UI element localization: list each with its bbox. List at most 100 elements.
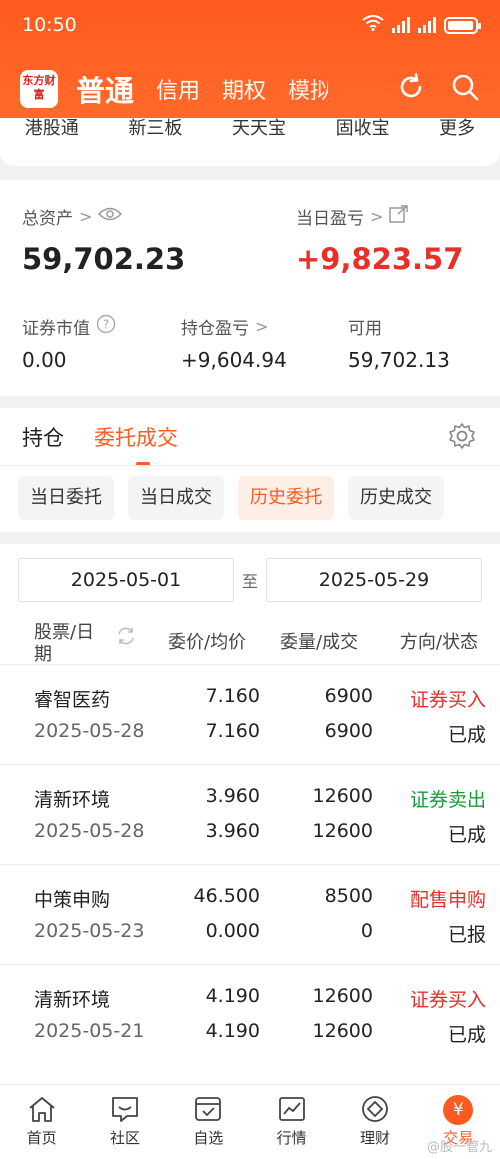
nav-home-label: 首页 [26,1129,57,1147]
order-price: 46.500 [193,885,260,907]
order-direction: 证券卖出 [409,789,486,811]
quick-item-neeq[interactable]: 新三板 [128,114,182,162]
market-value: 0.00 [22,348,67,372]
tab-orders-trades[interactable]: 委托成交 [94,422,178,466]
main-tabs: 持仓 委托成交 [22,422,178,466]
order-date: 2025-05-23 [34,920,145,942]
svg-text:?: ? [103,318,109,332]
day-pl-label-row[interactable]: 当日盈亏 > [296,204,409,229]
quick-menu: 港股通 新三板 天天宝 固收宝 更多 [0,118,500,166]
sub-tabs: 当日委托 当日成交 历史委托 历史成交 [18,476,482,520]
order-status: 已成 [447,724,486,746]
position-pl-value: +9,604.94 [181,348,287,372]
order-direction: 配售申购 [409,889,486,911]
position-pl-label-row[interactable]: 持仓盈亏 > [181,314,268,339]
status-bar: 10:50 [22,10,481,40]
order-filled-quantity: 6900 [324,720,373,742]
nav-community[interactable]: 社区 [83,1085,166,1159]
start-date-field[interactable]: 2025-05-01 [18,558,234,602]
total-assets-value: 59,702.23 [22,242,186,276]
settings-gear-icon[interactable] [448,422,476,454]
nav-market[interactable]: 行情 [250,1085,333,1159]
order-stock-name: 清新环境 [34,989,111,1011]
nav-watchlist-label: 自选 [193,1129,224,1147]
asset-summary: 总资产 > 59,702.23 当日盈亏 > +9,823.57 证券市值 ? … [0,180,500,396]
order-price: 4.190 [205,985,260,1007]
nav-market-label: 行情 [276,1129,307,1147]
order-direction: 证券买入 [409,689,486,711]
tab-credit[interactable]: 信用 [156,73,200,105]
col-stock-date: 股票/日期 [34,622,95,665]
watermark: @股一管九 [426,1140,492,1155]
order-status: 已报 [447,924,486,946]
tab-options[interactable]: 期权 [222,73,266,105]
tabs-divider [0,465,500,466]
nav-wealth[interactable]: 理财 [333,1085,416,1159]
order-avg-price: 3.960 [205,820,260,842]
top-navbar: 东方财富 普通 信用 期权 模拟 [20,64,480,114]
quick-item-fixed-income[interactable]: 固收宝 [336,114,390,162]
quick-item-hk-connect[interactable]: 港股通 [25,114,79,162]
day-pl-label: 当日盈亏 [296,209,364,229]
chevron-right-icon: > [370,207,384,226]
subtab-history-trades[interactable]: 历史成交 [348,476,444,520]
tab-simulated[interactable]: 模拟 [288,73,328,105]
order-status: 已成 [447,1024,486,1046]
orders-tabs-card: 持仓 委托成交 当日委托 当日成交 历史委托 历史成交 [0,408,500,532]
order-row[interactable]: 清新环境 2025-05-28 3.960 3.960 12600 12600 证券卖出 已成 [0,764,500,864]
chevron-right-icon: > [255,317,269,336]
col-quantity: 委量/成交 [280,632,359,653]
subtab-today-trades[interactable]: 当日成交 [128,476,224,520]
market-value-label: 证券市值 [22,319,90,339]
date-range-separator: 至 [241,572,258,591]
order-date: 2025-05-28 [34,820,145,842]
quick-item-tiantianbao[interactable]: 天天宝 [232,114,286,162]
help-icon[interactable]: ? [96,314,116,339]
tab-normal[interactable]: 普通 [76,68,134,110]
home-icon [0,1095,83,1127]
diamond-icon [333,1095,416,1127]
position-pl-label: 持仓盈亏 [181,319,249,339]
battery-icon [444,16,481,34]
yen-icon: ¥ [417,1095,500,1127]
end-date-field[interactable]: 2025-05-29 [266,558,482,602]
order-avg-price: 7.160 [205,720,260,742]
refresh-icon[interactable] [396,72,426,106]
nav-watchlist[interactable]: 自选 [167,1085,250,1159]
order-filled-quantity: 12600 [312,820,373,842]
nav-wealth-label: 理财 [359,1129,390,1147]
nav-home[interactable]: 首页 [0,1085,83,1159]
share-icon[interactable] [389,205,409,228]
order-row[interactable]: 清新环境 2025-05-21 4.190 4.190 12600 12600 证券买入 已成 [0,964,500,1064]
available-value: 59,702.13 [348,348,450,372]
order-stock-name: 睿智医药 [34,689,111,711]
order-direction: 证券买入 [409,989,486,1011]
available-label-row: 可用 [348,314,382,339]
subtab-today-orders[interactable]: 当日委托 [18,476,114,520]
order-filled-quantity: 0 [360,920,373,942]
order-stock-name: 中策申购 [34,889,111,911]
tab-positions[interactable]: 持仓 [22,422,64,452]
wifi-icon [362,15,384,35]
chat-icon [83,1095,166,1127]
app-header: 10:50 东方财富 普通 信用 期权 模拟 [0,0,500,118]
search-icon[interactable] [450,72,480,106]
total-assets-label-row[interactable]: 总资产 > [22,204,123,229]
eye-icon[interactable] [98,206,123,227]
order-avg-price: 0.000 [205,920,260,942]
order-avg-price: 4.190 [205,1020,260,1042]
subtab-history-orders[interactable]: 历史委托 [238,476,334,520]
chevron-right-icon: > [79,207,93,226]
order-date: 2025-05-21 [34,1020,145,1042]
available-label: 可用 [348,319,382,339]
order-row[interactable]: 睿智医药 2025-05-28 7.160 7.160 6900 6900 证券买入 已成 [0,664,500,764]
order-quantity: 12600 [312,785,373,807]
order-stock-name: 清新环境 [34,789,111,811]
day-pl-value: +9,823.57 [296,242,464,276]
order-row[interactable]: 中策申购 2025-05-23 46.500 0.000 8500 0 配售申购 已报 [0,864,500,964]
nav-community-label: 社区 [109,1129,140,1147]
column-headers: 股票/日期 委价/均价 委量/成交 方向/状态 [0,618,500,665]
order-quantity: 6900 [324,685,373,707]
quick-item-more[interactable]: 更多 [439,114,475,162]
swap-icon[interactable] [116,626,136,651]
